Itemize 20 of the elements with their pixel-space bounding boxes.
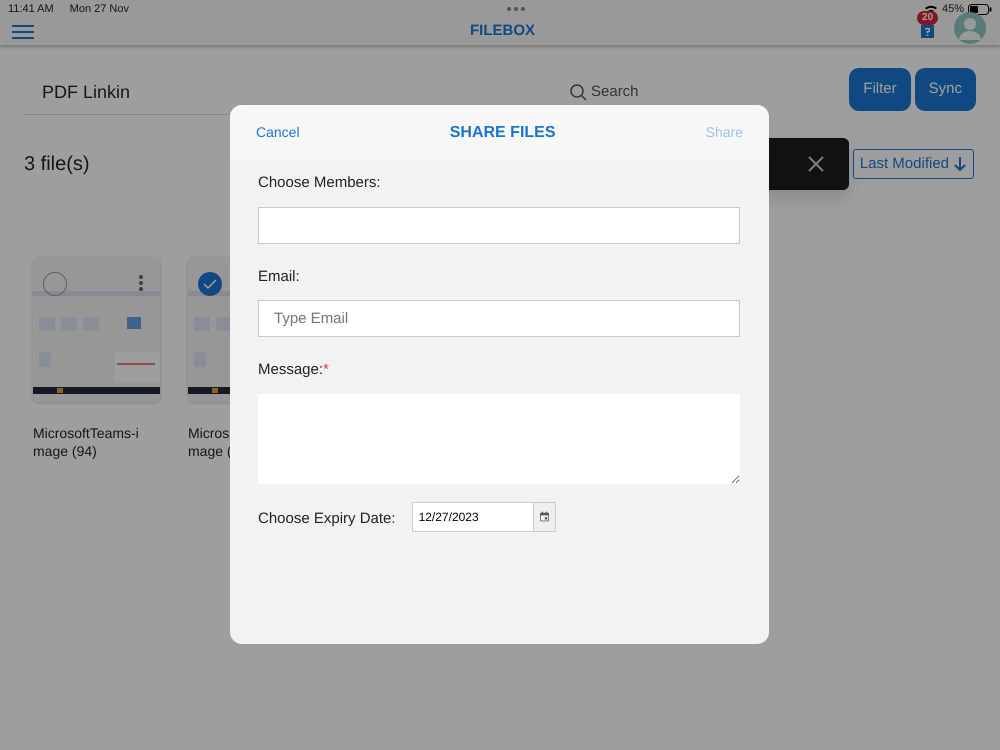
sync-button[interactable]: Sync [914,68,976,111]
sort-button[interactable]: Last Modified [852,148,974,180]
file-count: 3 file(s) [23,152,91,177]
field-label: Choose Members: [258,173,382,193]
cancel-button[interactable]: Cancel [256,122,300,143]
dialog-title: SHARE FILES [450,122,556,142]
email-field[interactable]: Type Email [258,300,740,337]
required-mark: * [323,361,329,378]
date-field[interactable]: 12/27/2023 [412,502,534,532]
app-title: FILEBOX [470,21,536,42]
file-name: MicrosoftTeams-i mage (94) [33,424,140,460]
battery-percent: 45% [942,2,964,17]
field-label: Email: [258,266,301,286]
folder-title: PDF Linkin [24,71,230,115]
field-label: Message:* [258,360,330,380]
search-field[interactable]: Search [570,81,639,104]
field-label: Choose Expiry Date: [258,509,396,530]
status-date: Mon 27 Nov [70,2,129,17]
status-time: 11:41 AM [8,2,54,17]
filter-button[interactable]: Filter [849,68,911,111]
